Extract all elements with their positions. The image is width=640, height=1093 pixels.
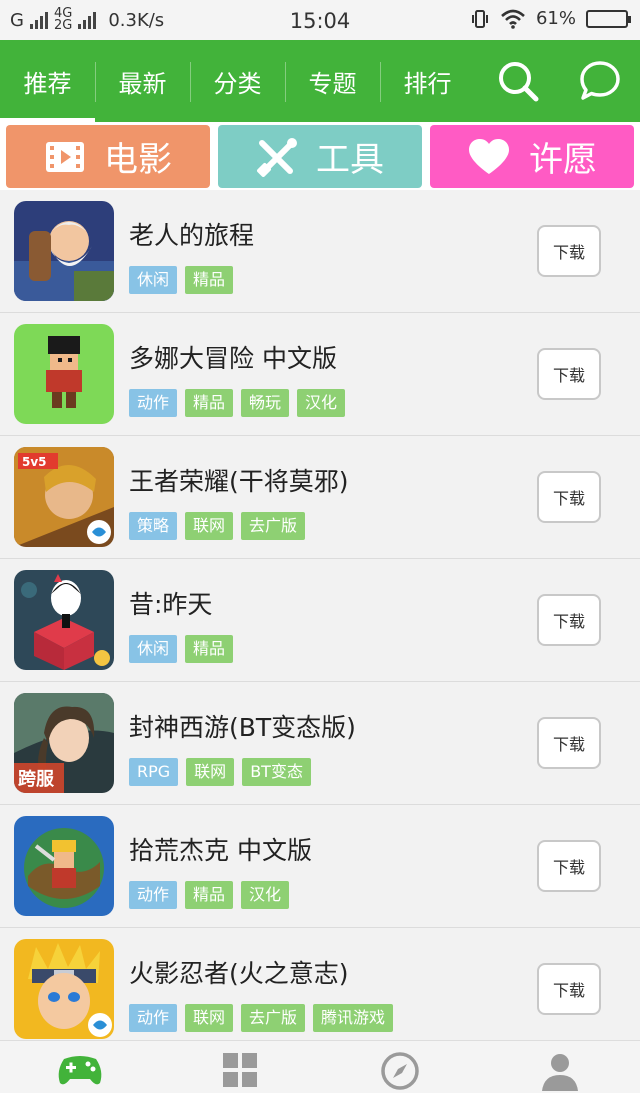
tab-recommend[interactable]: 推荐 <box>0 40 95 122</box>
top-nav: 推荐 最新 分类 专题 排行 <box>0 40 640 122</box>
svg-text:5v5: 5v5 <box>22 455 47 469</box>
film-icon <box>46 141 84 172</box>
tag: 联网 <box>185 512 234 540</box>
app-title: 昔:昨天 <box>129 590 213 619</box>
tag: RPG <box>129 758 179 786</box>
chat-bubble-icon <box>580 61 620 100</box>
tab-latest[interactable]: 最新 <box>95 40 190 122</box>
tag: 汉化 <box>241 881 290 909</box>
honor-of-kings-icon: 5v5 <box>14 447 114 547</box>
tag: 动作 <box>129 881 178 909</box>
tag-list: 动作 精品 畅玩 汉化 <box>129 389 346 417</box>
apps-grid-icon <box>223 1053 257 1087</box>
list-item[interactable]: 多娜大冒险 中文版 动作 精品 畅玩 汉化 下载 <box>0 313 640 436</box>
vibrate-icon <box>471 9 488 28</box>
svg-text:跨服: 跨服 <box>18 769 55 790</box>
fengshen-xiyou-icon: 跨服 <box>14 693 114 793</box>
tag: 精品 <box>185 389 234 417</box>
category-wish-button[interactable]: 许愿 <box>430 125 634 188</box>
tab-label: 最新 <box>118 69 167 98</box>
bottom-nav <box>0 1040 640 1093</box>
yesterday-game-icon <box>14 570 114 670</box>
naruto-icon <box>14 939 114 1039</box>
search-icon <box>499 62 539 102</box>
user-icon <box>542 1054 578 1091</box>
tab-topics[interactable]: 专题 <box>285 40 380 122</box>
tag: 动作 <box>129 389 178 417</box>
app-list: 老人的旅程 休闲 精品 下载 多娜大冒险 中文版 动作 精品 畅玩 汉化 下载 … <box>0 190 640 1051</box>
tag: BT变态 <box>242 758 311 786</box>
tab-label: 排行 <box>403 69 452 98</box>
compass-icon <box>381 1052 419 1090</box>
tag: 联网 <box>186 758 235 786</box>
list-item[interactable]: 昔:昨天 休闲 精品 下载 <box>0 559 640 682</box>
tab-label: 分类 <box>213 69 262 98</box>
tag: 腾讯游戏 <box>313 1004 394 1032</box>
app-title: 多娜大冒险 中文版 <box>129 344 337 373</box>
tag: 去广版 <box>241 1004 306 1032</box>
app-title: 王者荣耀(干将莫邪) <box>129 467 349 496</box>
download-button[interactable]: 下载 <box>537 963 601 1015</box>
tag-list: 动作 精品 汉化 <box>129 881 290 909</box>
download-button[interactable]: 下载 <box>537 471 601 523</box>
app-title: 拾荒杰克 中文版 <box>129 836 312 865</box>
download-button[interactable]: 下载 <box>537 594 601 646</box>
download-button[interactable]: 下载 <box>537 225 601 277</box>
tag: 策略 <box>129 512 178 540</box>
download-button[interactable]: 下载 <box>537 717 601 769</box>
tag-list: 策略 联网 去广版 <box>129 512 306 540</box>
battery-percent: 61% <box>535 8 576 29</box>
download-button[interactable]: 下载 <box>537 840 601 892</box>
list-item[interactable]: 老人的旅程 休闲 精品 下载 <box>0 190 640 313</box>
status-right: 61% <box>470 8 631 29</box>
tag: 动作 <box>129 1004 178 1032</box>
list-item[interactable]: 火影忍者(火之意志) 动作 联网 去广版 腾讯游戏 下载 <box>0 928 640 1051</box>
bottom-nav-games[interactable] <box>50 1051 110 1091</box>
tag: 精品 <box>185 881 234 909</box>
tab-label: 推荐 <box>23 69 72 98</box>
list-item[interactable]: 拾荒杰克 中文版 动作 精品 汉化 下载 <box>0 805 640 928</box>
tools-icon <box>257 137 297 177</box>
list-item[interactable]: 跨服 封神西游(BT变态版) RPG 联网 BT变态 下载 <box>0 682 640 805</box>
download-button[interactable]: 下载 <box>537 348 601 400</box>
tag: 汉化 <box>297 389 346 417</box>
list-item[interactable]: 5v5 王者荣耀(干将莫邪) 策略 联网 去广版 下载 <box>0 436 640 559</box>
old-man-journey-icon <box>14 201 114 301</box>
gamepad-icon <box>58 1056 102 1085</box>
tag: 精品 <box>185 635 234 663</box>
category-bar: 电影 工具 许愿 <box>0 122 640 190</box>
tab-label: 专题 <box>308 69 357 98</box>
tab-ranking[interactable]: 排行 <box>380 40 475 122</box>
bottom-nav-discover[interactable] <box>370 1051 430 1091</box>
status-bar: G 4G 2G 0.3K/s 15:04 61% <box>0 0 640 40</box>
tag-list: 休闲 精品 <box>129 266 234 294</box>
category-label: 电影 <box>104 140 172 180</box>
bottom-nav-apps[interactable] <box>210 1051 270 1091</box>
heart-icon <box>469 138 509 174</box>
scavenger-jack-icon <box>14 816 114 916</box>
pixel-adventure-icon <box>14 324 114 424</box>
bottom-nav-profile[interactable] <box>530 1051 590 1091</box>
battery-icon <box>586 9 631 28</box>
message-button[interactable] <box>565 40 635 122</box>
category-label: 许愿 <box>529 140 597 180</box>
tag: 休闲 <box>129 266 178 294</box>
tag: 休闲 <box>129 635 178 663</box>
tab-category[interactable]: 分类 <box>190 40 285 122</box>
tag-list: RPG 联网 BT变态 <box>129 758 311 786</box>
wifi-icon <box>501 9 525 29</box>
search-button[interactable] <box>483 40 553 122</box>
tag: 去广版 <box>241 512 306 540</box>
app-title: 封神西游(BT变态版) <box>129 713 356 742</box>
app-title: 火影忍者(火之意志) <box>129 959 349 988</box>
tag: 联网 <box>185 1004 234 1032</box>
app-title: 老人的旅程 <box>129 221 255 250</box>
category-movie-button[interactable]: 电影 <box>6 125 210 188</box>
tag-list: 休闲 精品 <box>129 635 234 663</box>
tag: 畅玩 <box>241 389 290 417</box>
category-label: 工具 <box>316 140 384 180</box>
category-tools-button[interactable]: 工具 <box>218 125 422 188</box>
tag: 精品 <box>185 266 234 294</box>
tag-list: 动作 联网 去广版 腾讯游戏 <box>129 1004 394 1032</box>
